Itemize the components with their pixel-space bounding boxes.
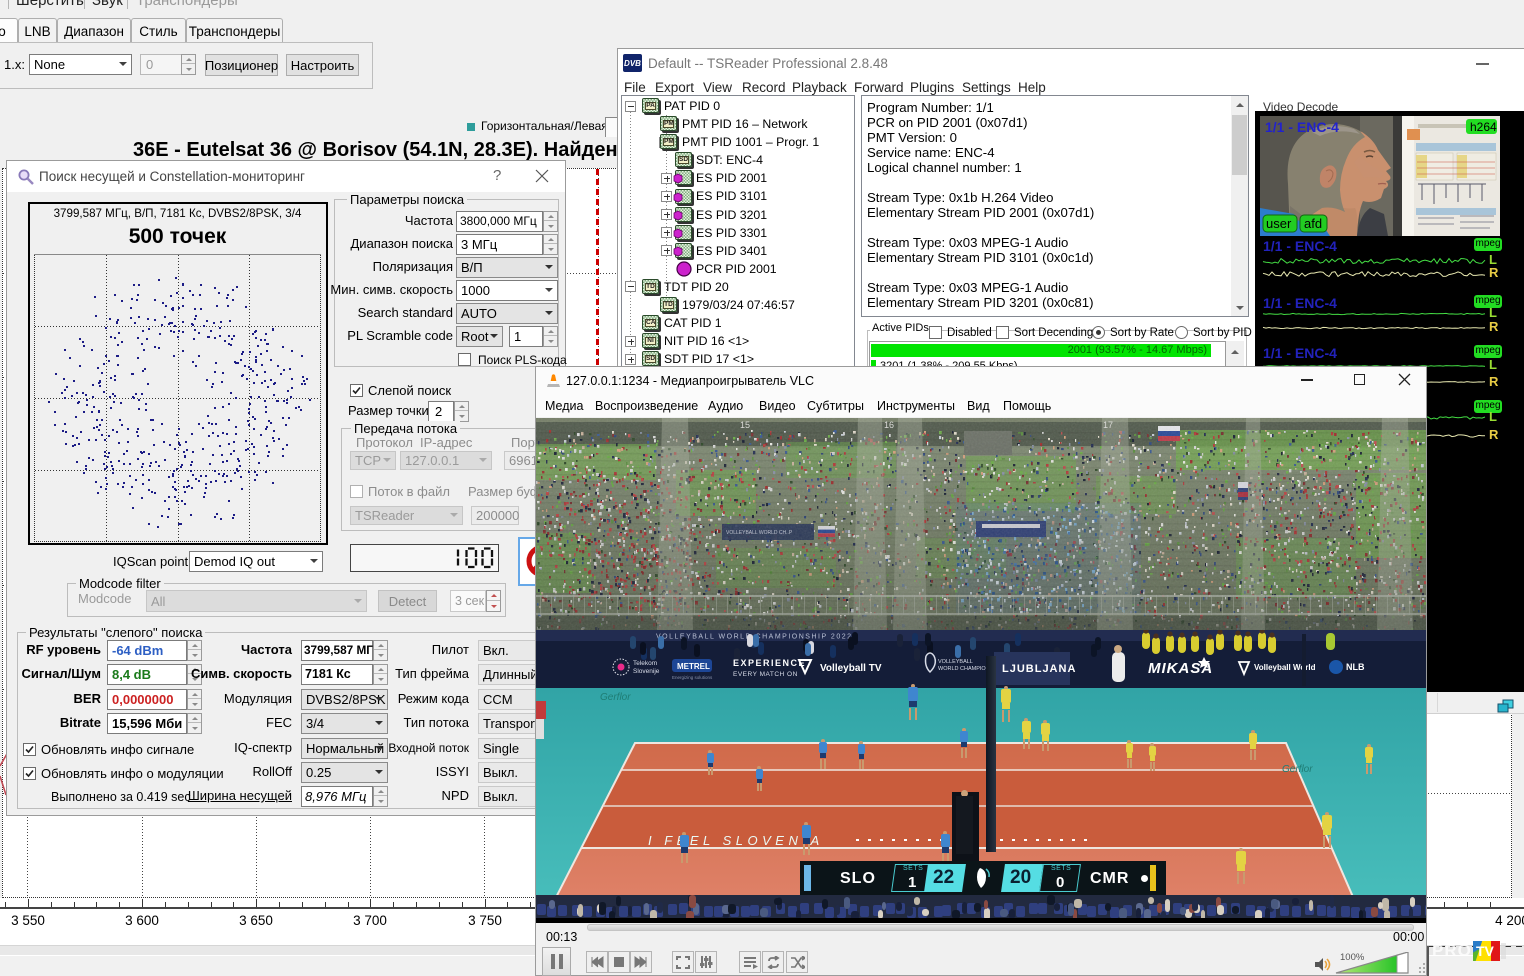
svg-text:user: user bbox=[1266, 216, 1292, 231]
svg-text:1/1 - ENC-4: 1/1 - ENC-4 bbox=[1265, 119, 1339, 135]
svg-text:afd: afd bbox=[1304, 216, 1322, 231]
svg-text:h264: h264 bbox=[1470, 120, 1497, 134]
